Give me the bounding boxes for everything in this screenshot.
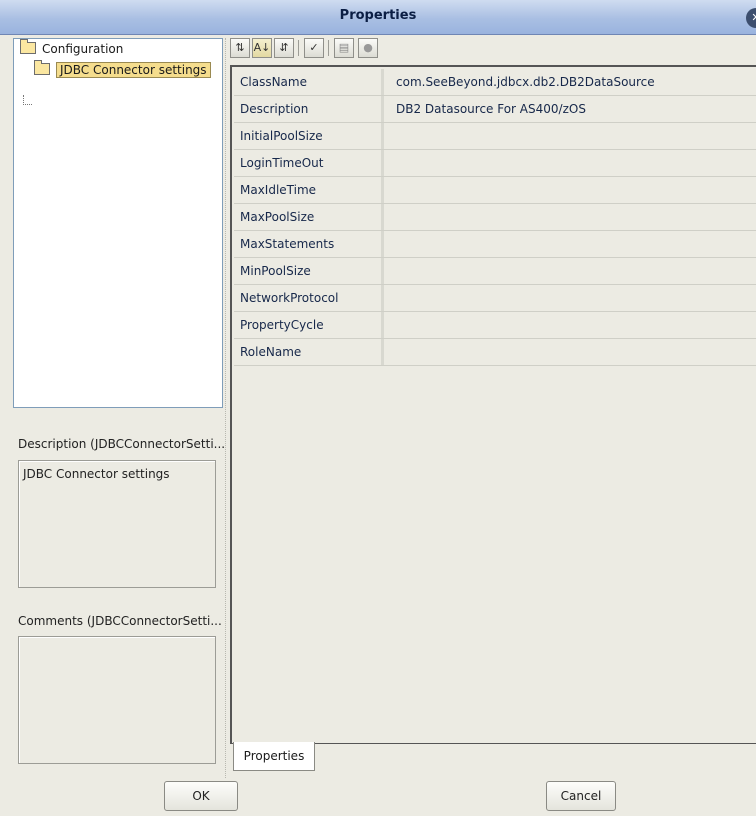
property-name: MaxIdleTime — [234, 177, 384, 203]
folder-icon — [34, 60, 50, 75]
property-row[interactable]: MaxIdleTime — [234, 177, 756, 204]
property-name: InitialPoolSize — [234, 123, 384, 149]
property-row[interactable]: MaxPoolSize — [234, 204, 756, 231]
property-value[interactable]: DB2 Datasource For AS400/zOS — [396, 96, 756, 122]
folder-icon — [20, 39, 36, 54]
property-row[interactable]: RoleName — [234, 339, 756, 366]
tree-item-configuration[interactable]: Configuration — [20, 39, 124, 58]
property-value[interactable] — [396, 204, 756, 230]
property-row[interactable]: MaxStatements — [234, 231, 756, 258]
property-row[interactable]: MinPoolSize — [234, 258, 756, 285]
checklist-icon[interactable]: ✓ — [304, 38, 324, 58]
property-value[interactable] — [396, 312, 756, 338]
collapse-icon[interactable]: ⇅ — [230, 38, 250, 58]
comments-box[interactable] — [18, 636, 216, 764]
property-value[interactable] — [396, 285, 756, 311]
property-value[interactable] — [396, 231, 756, 257]
description-text: JDBC Connector settings — [23, 467, 170, 481]
property-name: MaxPoolSize — [234, 204, 384, 230]
tree-item-label: Configuration — [42, 42, 124, 56]
properties-dialog: Properties ✕ Configuration JDBC Connecto… — [0, 0, 756, 816]
property-name: ClassName — [234, 69, 384, 95]
property-row[interactable]: LoginTimeOut — [234, 150, 756, 177]
close-icon[interactable]: ✕ — [746, 8, 756, 28]
property-row[interactable]: PropertyCycle — [234, 312, 756, 339]
ok-button[interactable]: OK — [164, 781, 238, 811]
property-grid-panel: ClassName com.SeeBeyond.jdbcx.db2.DB2Data… — [230, 65, 756, 744]
property-value[interactable] — [396, 123, 756, 149]
property-name: MinPoolSize — [234, 258, 384, 284]
property-name: NetworkProtocol — [234, 285, 384, 311]
property-value[interactable]: com.SeeBeyond.jdbcx.db2.DB2DataSource — [396, 69, 756, 95]
property-name: MaxStatements — [234, 231, 384, 257]
comments-label: Comments (JDBCConnectorSetti... — [18, 614, 222, 628]
property-name: RoleName — [234, 339, 384, 365]
list-view-icon[interactable]: ▤ — [334, 38, 354, 58]
toolbar-separator — [328, 40, 329, 56]
tab-properties[interactable]: Properties — [233, 742, 315, 771]
property-row[interactable]: Description DB2 Datasource For AS400/zOS — [234, 96, 756, 123]
window-title: Properties — [339, 8, 417, 23]
property-row[interactable]: ClassName com.SeeBeyond.jdbcx.db2.DB2Data… — [234, 69, 756, 96]
cancel-button[interactable]: Cancel — [546, 781, 616, 811]
title-bar: Properties ✕ — [0, 0, 756, 35]
configuration-tree: Configuration JDBC Connector settings — [13, 38, 223, 408]
property-name: Description — [234, 96, 384, 122]
property-name: LoginTimeOut — [234, 150, 384, 176]
property-value[interactable] — [396, 339, 756, 365]
sort-category-icon[interactable]: ⇵ — [274, 38, 294, 58]
property-value[interactable] — [396, 258, 756, 284]
description-box[interactable]: JDBC Connector settings — [18, 460, 216, 588]
property-value[interactable] — [396, 150, 756, 176]
toolbar-separator — [298, 40, 299, 56]
tree-item-label: JDBC Connector settings — [56, 62, 211, 78]
tree-item-jdbc-connector-settings[interactable]: JDBC Connector settings — [34, 60, 211, 79]
comments-text — [19, 637, 215, 649]
property-row[interactable]: InitialPoolSize — [234, 123, 756, 150]
property-name: PropertyCycle — [234, 312, 384, 338]
property-value[interactable] — [396, 177, 756, 203]
tree-connector-line — [23, 95, 32, 105]
property-grid: ClassName com.SeeBeyond.jdbcx.db2.DB2Data… — [234, 69, 756, 366]
description-label: Description (JDBCConnectorSetti... — [18, 437, 226, 451]
property-row[interactable]: NetworkProtocol — [234, 285, 756, 312]
sort-alpha-icon[interactable]: A↓ — [252, 38, 272, 58]
help-icon[interactable]: ● — [358, 38, 378, 58]
pane-splitter[interactable] — [225, 38, 229, 778]
